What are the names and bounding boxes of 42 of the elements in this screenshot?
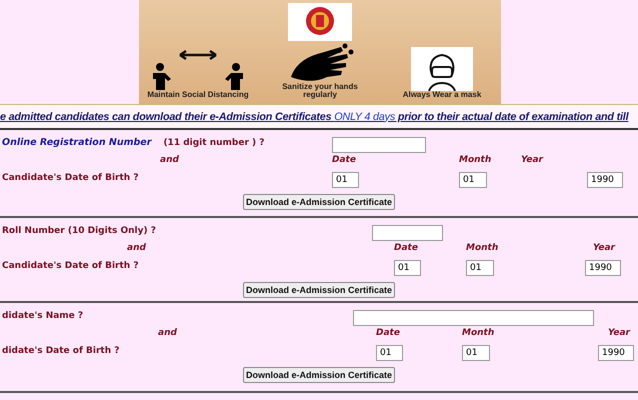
notice-text: e admitted candidates can download their e-Admission Certificates ONLY 4 days prior to their actual date of examination and till xyxy=(0,110,628,122)
month-label: Month xyxy=(459,155,492,165)
text-input-field[interactable] xyxy=(332,137,426,153)
year-input[interactable]: 1990 xyxy=(598,345,634,361)
date-label: Date xyxy=(376,328,400,338)
month-input[interactable]: 01 xyxy=(462,345,490,361)
field-label: Roll Number (10 Digits Only) ? xyxy=(1,226,157,236)
poster-caption: Maintain Social Distancing xyxy=(147,91,249,99)
month-input[interactable]: 01 xyxy=(466,260,494,276)
field-label: Online Registration Number xyxy=(2,137,152,148)
and-label: and xyxy=(157,328,177,338)
download-button[interactable]: Download e-Admission Certificate xyxy=(243,367,395,383)
month-label: Month xyxy=(466,243,498,253)
year-input[interactable]: 1990 xyxy=(585,260,621,276)
text-input-field[interactable] xyxy=(353,310,594,326)
field-hint: (11 digit number ) ? xyxy=(163,138,264,148)
poster-caption: Sanitize your hands regularly xyxy=(281,83,359,99)
year-input[interactable]: 1990 xyxy=(587,172,623,188)
year-label: Year xyxy=(521,155,543,165)
birth-date-label: didate's Date of Birth ? xyxy=(1,346,120,356)
birth-date-label: Candidate's Date of Birth ? xyxy=(1,172,140,182)
year-label: Year xyxy=(608,328,630,338)
month-input[interactable]: 01 xyxy=(459,172,487,188)
date-label: Date xyxy=(332,155,356,165)
text-input-field[interactable] xyxy=(372,225,443,241)
notice-link[interactable]: ONLY 4 days xyxy=(334,110,396,122)
face-mask-icon xyxy=(411,47,473,91)
download-button[interactable]: Download e-Admission Certificate xyxy=(243,282,395,298)
poster-caption: Always Wear a mask xyxy=(402,91,482,99)
date-input[interactable]: 01 xyxy=(394,260,421,276)
field-label: didate's Name ? xyxy=(1,310,84,320)
and-label: and xyxy=(126,243,146,253)
emblem-logo xyxy=(288,3,352,41)
download-button[interactable]: Download e-Admission Certificate xyxy=(243,194,395,210)
and-label: and xyxy=(159,155,179,165)
date-input[interactable]: 01 xyxy=(376,345,403,361)
social-distancing-icon xyxy=(150,49,246,91)
month-label: Month xyxy=(462,328,494,338)
date-label: Date xyxy=(394,243,418,253)
birth-date-label: Candidate's Date of Birth ? xyxy=(1,260,140,270)
year-label: Year xyxy=(593,243,615,253)
date-input[interactable]: 01 xyxy=(332,172,359,188)
